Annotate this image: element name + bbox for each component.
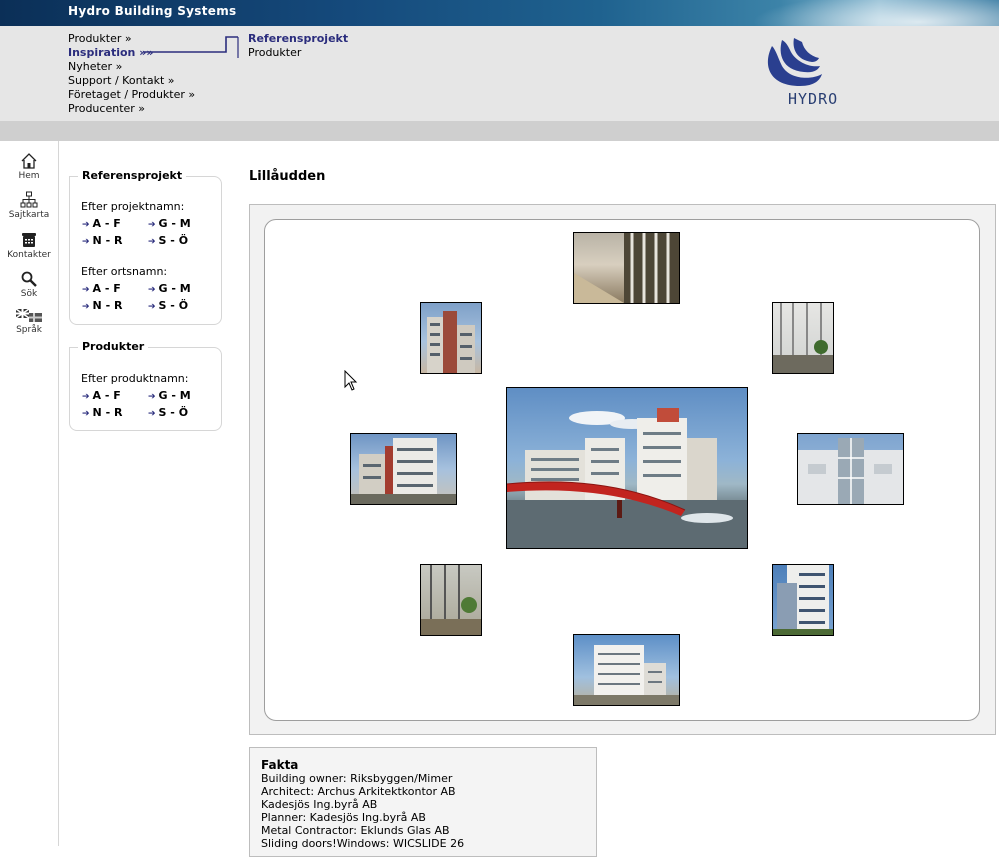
gallery-thumb-lower-left[interactable]	[420, 564, 482, 636]
glass-doors-image	[773, 303, 833, 373]
gallery-thumb-lower-right[interactable]	[772, 564, 834, 636]
balcony-tower-image	[773, 565, 833, 635]
sidebar-label-sprak: Språk	[16, 325, 42, 335]
range-label: G - M	[158, 217, 191, 230]
home-icon	[21, 153, 37, 169]
produkter-box: Produkter Efter produktnamn: ➔ A - F ➔ G -…	[69, 340, 222, 431]
sidebar-label-sok: Sök	[20, 289, 38, 299]
referensprojekt-box: Referensprojekt Efter projektnamn: ➔ A - …	[69, 169, 222, 325]
range-label: G - M	[158, 282, 191, 295]
lillaudden-bridge-image	[507, 408, 747, 548]
nav-item-foretaget[interactable]: Företaget / Produkter »	[68, 88, 195, 102]
gallery-thumb-upper-right[interactable]	[772, 302, 834, 374]
range-label: A - F	[92, 217, 121, 230]
sidebar-label-hem: Hem	[18, 171, 40, 181]
gallery-thumb-right[interactable]	[797, 433, 904, 505]
range-label: S - Ö	[158, 234, 189, 247]
sitemap-icon	[20, 191, 38, 208]
referensprojekt-heading: Referensprojekt	[78, 169, 187, 182]
gallery-thumb-upper-left[interactable]	[420, 302, 482, 374]
range-label: N - R	[92, 234, 123, 247]
wave-decoration	[739, 0, 999, 26]
apartment-block-image	[351, 438, 456, 504]
range-label: G - M	[158, 389, 191, 402]
product-range-g-m[interactable]: ➔ G - M	[148, 389, 191, 402]
range-label: N - R	[92, 406, 123, 419]
fakta-heading: Fakta	[261, 758, 299, 772]
range-label: A - F	[92, 389, 121, 402]
top-banner: Hydro Building Systems	[0, 0, 999, 26]
by-project-name-label: Efter projektnamn:	[81, 200, 185, 213]
gallery-thumb-top[interactable]	[573, 232, 680, 304]
building-facade-image	[427, 311, 475, 373]
site-title: Hydro Building Systems	[68, 4, 237, 18]
fakta-line: Planner: Kadesjös Ing.byrå AB	[261, 811, 426, 824]
project-range-a-f[interactable]: ➔ A - F	[82, 217, 121, 230]
nav-connector-line	[143, 36, 239, 58]
project-range-s-o[interactable]: ➔ S - Ö	[148, 234, 188, 247]
fakta-line: Building owner: Riksbyggen/Mimer	[261, 772, 453, 785]
gallery-thumb-bottom[interactable]	[573, 634, 680, 706]
flag-icon	[15, 308, 42, 322]
fakta-line: Sliding doors!Windows: WICSLIDE 26	[261, 837, 465, 850]
search-icon	[21, 271, 37, 287]
sidebar-item-hem[interactable]: Hem	[0, 152, 58, 181]
sidebar-item-sprak[interactable]: Språk	[0, 308, 58, 335]
produkter-heading: Produkter	[78, 340, 149, 353]
arrow-right-icon: ➔	[148, 285, 156, 295]
sub-nav: Referensprojekt Produkter	[248, 32, 348, 60]
range-label: S - Ö	[158, 299, 189, 312]
nav-item-nyheter[interactable]: Nyheter »	[68, 60, 195, 74]
fakta-line: Metal Contractor: Eklunds Glas AB	[261, 824, 450, 837]
arrow-right-icon: ➔	[148, 409, 156, 419]
white-facade-image	[798, 438, 903, 504]
project-range-n-r[interactable]: ➔ N - R	[82, 234, 122, 247]
white-apartment-tower-image	[574, 645, 679, 705]
range-label: S - Ö	[158, 406, 189, 419]
by-product-name-label: Efter produktnamn:	[81, 372, 189, 385]
by-place-name-label: Efter ortsnamn:	[81, 265, 168, 278]
range-label: N - R	[92, 299, 123, 312]
nav-item-support-kontakt[interactable]: Support / Kontakt »	[68, 74, 195, 88]
place-range-g-m[interactable]: ➔ G - M	[148, 282, 191, 295]
subnav-item-produkter[interactable]: Produkter	[248, 46, 348, 60]
product-range-s-o[interactable]: ➔ S - Ö	[148, 406, 188, 419]
arrow-right-icon: ➔	[148, 237, 156, 247]
gallery-thumb-left[interactable]	[350, 433, 457, 505]
logo-text: HYDRO	[788, 90, 839, 108]
place-range-n-r[interactable]: ➔ N - R	[82, 299, 122, 312]
gallery-thumb-main[interactable]	[506, 387, 748, 549]
fakta-panel: Fakta Building owner: Riksbyggen/Mimer A…	[249, 747, 597, 857]
sidebar-label-kontakter: Kontakter	[7, 250, 51, 260]
nav-item-producenter[interactable]: Producenter »	[68, 102, 195, 116]
arrow-right-icon: ➔	[148, 302, 156, 312]
arrow-right-icon: ➔	[82, 409, 90, 419]
subnav-item-referensprojekt[interactable]: Referensprojekt	[248, 32, 348, 46]
arrow-right-icon: ➔	[82, 237, 90, 247]
sidebar-item-sok[interactable]: Sök	[0, 270, 58, 299]
range-label: A - F	[92, 282, 121, 295]
fakta-line: Architect: Archus Arkitektkontor AB	[261, 785, 456, 798]
conservatory-image	[421, 565, 481, 635]
place-range-s-o[interactable]: ➔ S - Ö	[148, 299, 188, 312]
arrow-right-icon: ➔	[82, 220, 90, 230]
arrow-right-icon: ➔	[82, 302, 90, 312]
grey-divider-band	[0, 121, 999, 141]
sidebar-item-kontakter[interactable]: Kontakter	[0, 231, 58, 260]
balcony-glazing-image	[574, 233, 679, 303]
project-range-g-m[interactable]: ➔ G - M	[148, 217, 191, 230]
page-title: Lillåudden	[249, 169, 326, 184]
product-range-a-f[interactable]: ➔ A - F	[82, 389, 121, 402]
place-range-a-f[interactable]: ➔ A - F	[82, 282, 121, 295]
arrow-right-icon: ➔	[148, 392, 156, 402]
arrow-right-icon: ➔	[82, 392, 90, 402]
arrow-right-icon: ➔	[82, 285, 90, 295]
fakta-line: Kadesjös Ing.byrå AB	[261, 798, 378, 811]
arrow-right-icon: ➔	[148, 220, 156, 230]
sidebar-label-sajtkarta: Sajtkarta	[8, 210, 50, 220]
phone-icon	[22, 233, 36, 247]
sidebar-item-sajtkarta[interactable]: Sajtkarta	[0, 191, 58, 220]
mouse-cursor-icon	[344, 370, 358, 391]
product-range-n-r[interactable]: ➔ N - R	[82, 406, 122, 419]
